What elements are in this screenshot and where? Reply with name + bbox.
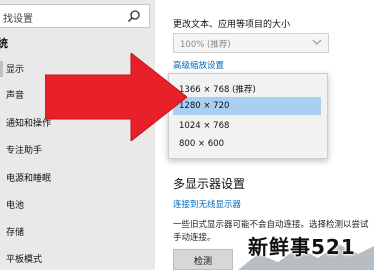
active-indicator — [0, 61, 3, 77]
watermark-text: 新鲜事521 — [248, 235, 356, 259]
sidebar-item-label: 专注助手 — [6, 146, 43, 156]
resolution-option-selected[interactable]: 1280 × 720 — [173, 97, 321, 115]
sidebar-item-tablet-mode[interactable]: 平板模式 — [0, 246, 155, 270]
sidebar-item-power-sleep[interactable]: 电源和睡眠 — [0, 165, 155, 191]
search-placeholder: 找设置 — [3, 14, 33, 25]
search-icon — [127, 10, 140, 23]
red-arrow-icon — [45, 53, 187, 141]
resolution-dropdown-list: 1366 × 768 (推荐) 1280 × 720 1024 × 768 80… — [168, 73, 328, 159]
sidebar-item-label: 声音 — [6, 91, 25, 101]
scale-dropdown[interactable]: 100% (推荐) — [173, 33, 329, 53]
resolution-option-label: 1366 × 768 (推荐) — [179, 85, 256, 95]
sidebar-item-label: 平板模式 — [6, 255, 43, 265]
connect-wireless-display-link[interactable]: 连接到无线显示器 — [173, 198, 241, 210]
resolution-option[interactable]: 1024 × 768 — [173, 117, 321, 135]
resolution-option[interactable]: 800 × 600 — [173, 135, 321, 153]
sidebar-item-label: 电池 — [6, 201, 25, 211]
sidebar-item-label: 存储 — [6, 228, 25, 238]
sidebar-item-storage[interactable]: 存储 — [0, 219, 155, 245]
resolution-option[interactable]: 1366 × 768 (推荐) — [173, 79, 321, 97]
sidebar-item-label: 电源和睡眠 — [6, 174, 52, 184]
sidebar-item-label: 显示 — [6, 65, 25, 75]
sidebar-section-title: 统 — [0, 37, 8, 50]
scale-label: 更改文本、应用等项目的大小 — [173, 20, 291, 30]
scale-value: 100% (推荐) — [180, 40, 231, 50]
chevron-down-icon — [312, 39, 322, 45]
multi-display-heading: 多显示器设置 — [173, 177, 246, 191]
watermark: 新鲜事521 — [238, 224, 374, 270]
sidebar-item-battery[interactable]: 电池 — [0, 192, 155, 218]
detect-button-label: 检测 — [193, 257, 212, 267]
search-input[interactable]: 找设置 — [0, 4, 150, 28]
detect-button[interactable]: 检测 — [173, 249, 233, 270]
